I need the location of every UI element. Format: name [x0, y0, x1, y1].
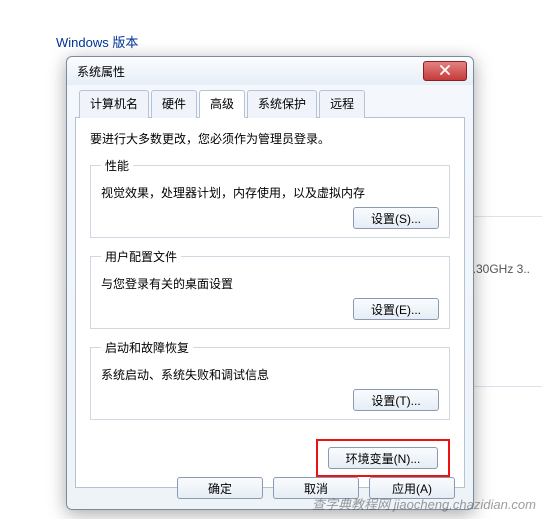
group-user-profile-legend: 用户配置文件	[101, 248, 181, 265]
tab-system-protection[interactable]: 系统保护	[247, 90, 317, 118]
admin-note: 要进行大多数更改，您必须作为管理员登录。	[90, 130, 450, 147]
env-variables-highlight: 环境变量(N)...	[316, 439, 450, 477]
system-properties-dialog: 系统属性 计算机名 硬件 高级 系统保护 远程 要进行大多数更改，您必须作为管理…	[66, 56, 474, 510]
tab-advanced[interactable]: 高级	[199, 90, 245, 118]
group-startup-recovery-desc: 系统启动、系统失败和调试信息	[101, 366, 439, 383]
close-icon	[440, 64, 450, 78]
env-variables-row: 环境变量(N)...	[90, 439, 450, 477]
tab-panel-advanced: 要进行大多数更改，您必须作为管理员登录。 性能 视觉效果，处理器计划，内存使用，…	[75, 118, 465, 488]
source-watermark: 查字典教程网 jiaocheng.chazidian.com	[312, 494, 536, 513]
performance-settings-button[interactable]: 设置(S)...	[353, 207, 439, 229]
bg-section-title: Windows 版本	[56, 32, 512, 51]
tab-computer-name[interactable]: 计算机名	[79, 90, 149, 118]
close-button[interactable]	[423, 61, 467, 81]
tab-remote[interactable]: 远程	[319, 90, 365, 118]
group-startup-recovery-legend: 启动和故障恢复	[101, 339, 193, 356]
tab-strip: 计算机名 硬件 高级 系统保护 远程	[75, 89, 465, 118]
tab-hardware[interactable]: 硬件	[151, 90, 197, 118]
dialog-titlebar: 系统属性	[67, 57, 473, 85]
user-profile-settings-button[interactable]: 设置(E)...	[353, 298, 439, 320]
group-performance-legend: 性能	[101, 157, 133, 174]
group-startup-recovery: 启动和故障恢复 系统启动、系统失败和调试信息 设置(T)...	[90, 339, 450, 420]
ok-button[interactable]: 确定	[177, 477, 263, 499]
group-user-profile-desc: 与您登录有关的桌面设置	[101, 275, 439, 292]
dialog-title: 系统属性	[77, 63, 423, 80]
group-user-profile: 用户配置文件 与您登录有关的桌面设置 设置(E)...	[90, 248, 450, 329]
group-performance: 性能 视觉效果，处理器计划，内存使用，以及虚拟内存 设置(S)...	[90, 157, 450, 238]
group-performance-desc: 视觉效果，处理器计划，内存使用，以及虚拟内存	[101, 184, 439, 201]
environment-variables-button[interactable]: 环境变量(N)...	[328, 447, 438, 469]
startup-recovery-settings-button[interactable]: 设置(T)...	[353, 389, 439, 411]
bg-cpu-tail: .30GHz 3..	[473, 262, 530, 276]
